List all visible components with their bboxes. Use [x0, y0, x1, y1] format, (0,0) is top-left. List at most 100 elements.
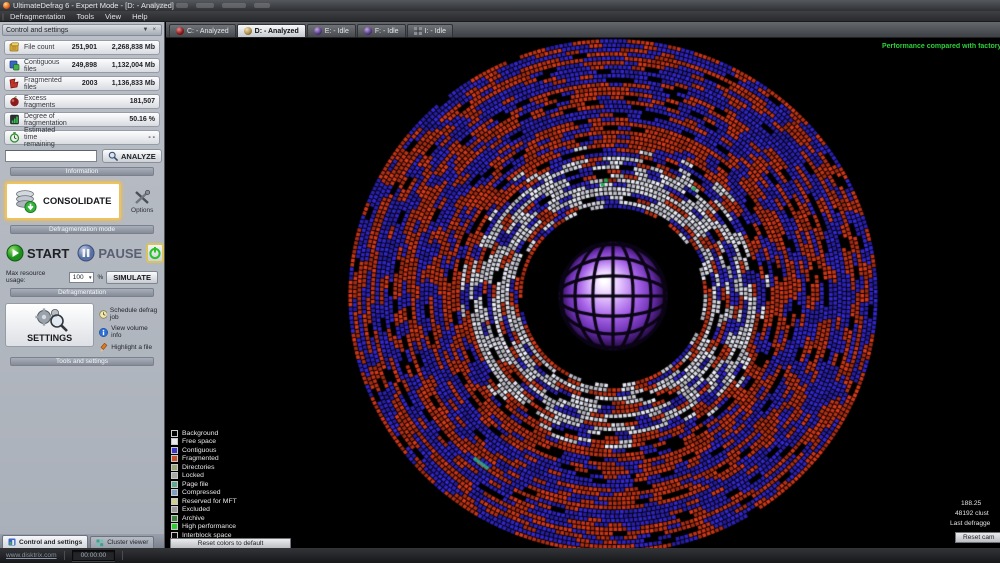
degree-of-fragmentation-icon	[9, 114, 20, 125]
drive-d-icon	[244, 27, 252, 35]
menu-tools[interactable]: Tools	[76, 12, 94, 21]
power-button[interactable]	[146, 243, 164, 263]
gears-magnifier-icon	[31, 307, 69, 333]
legend-swatch[interactable]	[171, 506, 178, 513]
options-label: Options	[131, 207, 153, 214]
control-tab-icon	[8, 538, 16, 546]
legend-item: Fragmented	[171, 455, 237, 464]
drive-tab-c[interactable]: C: - Analyzed	[169, 24, 236, 37]
settings-button[interactable]: SETTINGS	[5, 303, 94, 347]
pause-icon	[77, 244, 95, 262]
app-icon	[3, 2, 10, 9]
tab-label: Cluster viewer	[107, 539, 148, 546]
stat-count: 251,901	[65, 44, 97, 51]
status-bar: www.disktrix.com 00:00:00	[0, 548, 1000, 563]
titlebar-artifact	[176, 3, 188, 8]
tab-label: Control and settings	[19, 539, 82, 546]
panel-bottom-tabs: Control and settings Cluster viewer	[0, 534, 164, 548]
resource-usage-select[interactable]: 100 ▼	[69, 272, 95, 283]
stat-row-contiguous: Contiguous files 249,898 1,132,004 Mb	[4, 58, 160, 73]
title-bar: UltimateDefrag 6 - Expert Mode - [D: - A…	[0, 0, 1000, 11]
section-defragmentation: Defragmentation	[10, 288, 154, 297]
analyze-button[interactable]: ANALYZE	[102, 149, 162, 163]
percent-label: %	[97, 274, 103, 281]
drive-tab-f[interactable]: F: - Idle	[357, 24, 406, 37]
legend-swatch[interactable]	[171, 515, 178, 522]
drive-f-icon	[364, 27, 372, 35]
tab-cluster-viewer[interactable]: Cluster viewer	[90, 536, 154, 548]
simulate-button[interactable]: SIMULATE	[106, 271, 158, 284]
legend-swatch[interactable]	[171, 481, 178, 488]
tool-links: Schedule defrag job View volume info Hig…	[99, 303, 159, 352]
stat-size: 1,136,833 Mb	[101, 80, 155, 87]
drive-tab-i[interactable]: I: - Idle	[407, 24, 453, 37]
time-remaining-icon	[9, 132, 20, 143]
stat-row-file-count: File count 251,901 2,268,838 Mb	[4, 40, 160, 55]
legend-item: Archive	[171, 514, 237, 523]
legend-swatch[interactable]	[171, 489, 178, 496]
overlay-stat-last-defrag: Last defragge	[950, 520, 990, 527]
tools-row: SETTINGS Schedule defrag job View volume…	[0, 299, 164, 355]
fragmented-files-icon	[9, 78, 20, 89]
disk-visualization-canvas[interactable]	[166, 38, 1000, 548]
pause-label: PAUSE	[98, 246, 142, 261]
legend-swatch[interactable]	[171, 455, 178, 462]
drive-tab-label: E: - Idle	[325, 28, 349, 35]
menu-help[interactable]: Help	[132, 12, 147, 21]
file-search-input[interactable]	[5, 150, 97, 162]
legend-swatch[interactable]	[171, 447, 178, 454]
consolidate-button[interactable]: CONSOLIDATE	[5, 182, 121, 220]
tab-control-and-settings[interactable]: Control and settings	[2, 535, 88, 548]
legend-swatch[interactable]	[171, 438, 178, 445]
analyze-row: ANALYZE	[0, 146, 164, 165]
legend-swatch[interactable]	[171, 472, 178, 479]
legend-item: Locked	[171, 472, 237, 481]
reset-colors-button[interactable]: Reset colors to default	[170, 538, 291, 548]
consolidate-label: CONSOLIDATE	[43, 196, 111, 207]
menu-defragmentation[interactable]: Defragmentation	[10, 12, 65, 21]
resource-usage-value: 100	[73, 274, 84, 281]
stat-label: File count	[24, 44, 61, 51]
magnifier-icon	[108, 151, 119, 162]
marker-icon	[99, 343, 108, 352]
close-icon[interactable]: ×	[150, 27, 158, 33]
legend: Background Free space Contiguous Fragmen…	[171, 429, 237, 540]
elapsed-timer: 00:00:00	[72, 550, 116, 561]
drive-tab-label: I: - Idle	[425, 28, 446, 35]
overlay-stat-clusters: 48192 clust	[955, 510, 989, 517]
drive-e-icon	[314, 27, 322, 35]
disktrix-link[interactable]: www.disktrix.com	[6, 552, 57, 559]
legend-swatch[interactable]	[171, 523, 178, 530]
performance-note: Performance compared with factory a	[882, 43, 1000, 50]
drive-tab-d[interactable]: D: - Analyzed	[237, 24, 306, 37]
legend-swatch[interactable]	[171, 430, 178, 437]
stat-label: Estimated time remaining	[24, 127, 61, 148]
reset-camera-button[interactable]: Reset cam	[955, 532, 1000, 543]
pause-button[interactable]: PAUSE	[77, 244, 142, 262]
options-button[interactable]: Options	[125, 189, 159, 214]
schedule-defrag-link[interactable]: Schedule defrag job	[99, 307, 159, 321]
highlight-file-label: Highlight a file	[111, 344, 152, 351]
control-panel: Control and settings ▼ × File count 251,…	[0, 22, 165, 548]
legend-item: Compressed	[171, 489, 237, 498]
stat-row-time-remaining: Estimated time remaining - -	[4, 130, 160, 145]
play-icon	[6, 244, 24, 262]
collapse-icon[interactable]: ▼	[141, 27, 151, 33]
crossed-tools-icon	[133, 189, 151, 206]
schedule-defrag-label: Schedule defrag job	[110, 307, 159, 321]
info-icon	[99, 328, 108, 337]
legend-swatch[interactable]	[171, 464, 178, 471]
legend-item: Background	[171, 429, 237, 438]
stat-size: 181,507	[101, 98, 155, 105]
view-volume-info-link[interactable]: View volume info	[99, 325, 159, 339]
drive-c-icon	[176, 27, 184, 35]
legend-swatch[interactable]	[171, 498, 178, 505]
highlight-file-link[interactable]: Highlight a file	[99, 343, 159, 352]
overlay-stat-size: 188.25	[961, 500, 981, 507]
legend-item: Free space	[171, 438, 237, 447]
start-button[interactable]: START	[6, 244, 69, 262]
drive-tab-e[interactable]: E: - Idle	[307, 24, 356, 37]
panel-title: Control and settings	[6, 27, 141, 34]
menu-view[interactable]: View	[105, 12, 121, 21]
start-label: START	[27, 246, 69, 261]
